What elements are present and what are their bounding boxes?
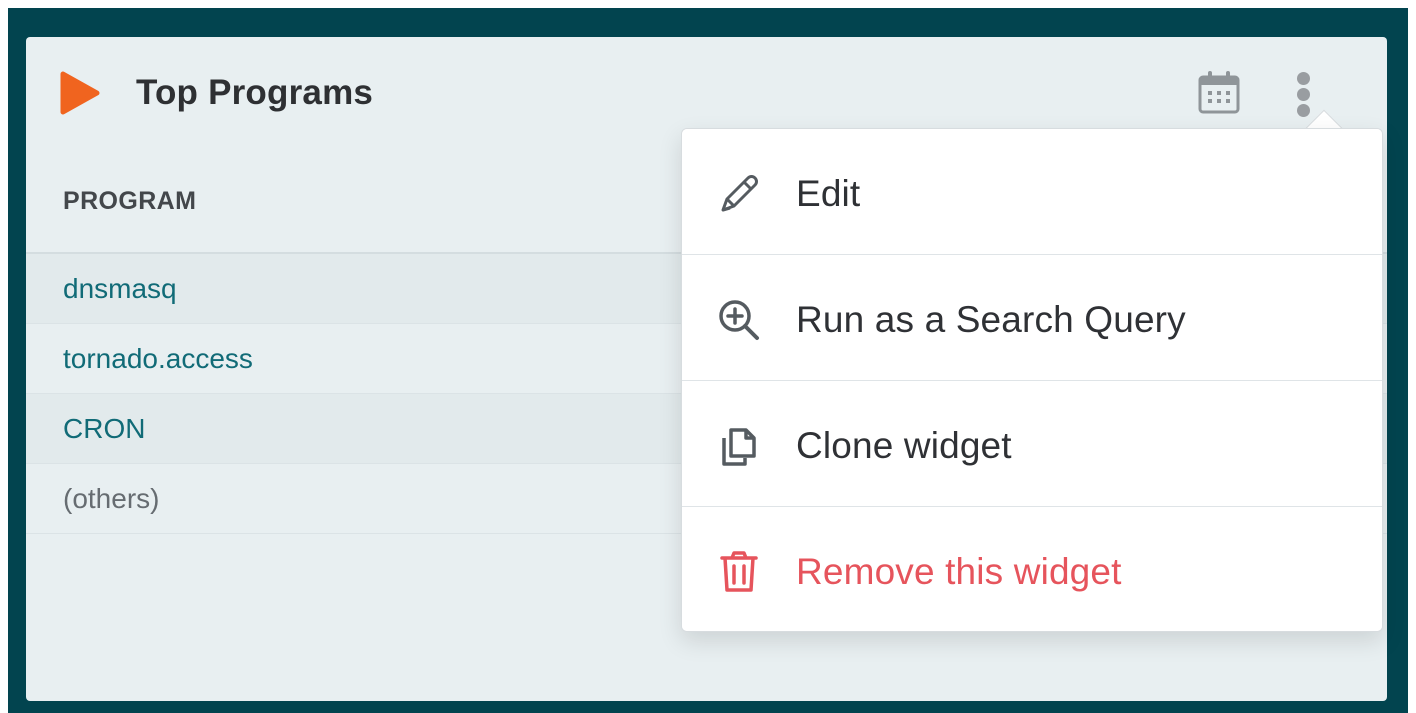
menu-item-label: Clone widget bbox=[796, 425, 1012, 466]
trash-icon bbox=[720, 551, 758, 592]
zoom-in-icon bbox=[719, 300, 759, 340]
others-label: (others) bbox=[63, 483, 160, 514]
program-column-header: PROGRAM bbox=[63, 187, 197, 215]
menu-item-label: Run as a Search Query bbox=[796, 299, 1186, 340]
copy-icon bbox=[722, 428, 756, 466]
more-vertical-icon[interactable] bbox=[1294, 72, 1314, 118]
calendar-icon[interactable] bbox=[1198, 70, 1240, 115]
menu-item-label: Edit bbox=[796, 173, 861, 214]
pencil-icon bbox=[721, 175, 758, 212]
play-icon bbox=[60, 71, 100, 115]
menu-item-label: Remove this widget bbox=[796, 551, 1122, 592]
program-link[interactable]: dnsmasq bbox=[63, 272, 177, 306]
widget-title: Top Programs bbox=[136, 73, 374, 112]
menu-item-clone-widget[interactable]: Clone widget bbox=[682, 381, 1382, 507]
menu-item-remove-widget[interactable]: Remove this widget bbox=[682, 507, 1382, 631]
widget-actions-menu: Edit Run as a Search Query Clone widget … bbox=[681, 128, 1383, 632]
menu-item-edit[interactable]: Edit bbox=[682, 129, 1382, 255]
program-link[interactable]: CRON bbox=[63, 412, 145, 446]
menu-item-run-as-search-query[interactable]: Run as a Search Query bbox=[682, 255, 1382, 381]
program-link[interactable]: tornado.access bbox=[63, 342, 253, 376]
